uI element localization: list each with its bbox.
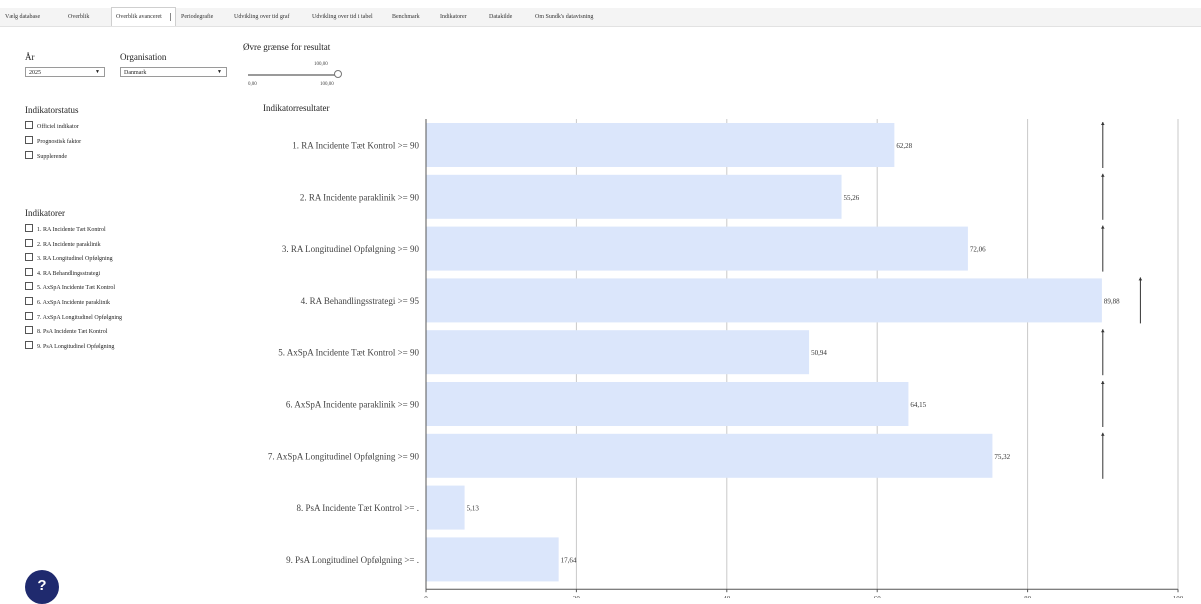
bar-3 [426,226,968,271]
bar-value-label: 50,94 [811,349,827,357]
bar-2 [426,174,842,219]
category-label: 4. RA Behandlingsstrategi >= 95 [301,296,420,306]
target-marker-head [1101,173,1105,177]
bar-value-label: 62,28 [896,142,912,150]
target-marker-head [1101,329,1105,333]
bar-4 [426,278,1102,323]
category-label: 6. AxSpA Incidente paraklinik >= 90 [286,400,420,410]
bar-value-label: 75,32 [994,453,1010,461]
target-marker-head [1101,225,1105,229]
target-marker-head [1101,381,1105,384]
bar-value-label: 17,64 [561,556,577,564]
bar-value-label: 64,15 [910,401,926,409]
bar-9 [426,537,559,582]
bar-value-label: 72,06 [970,246,986,254]
bar-value-label: 5,13 [467,505,480,513]
category-label: 7. AxSpA Longitudinel Opfølgning >= 90 [268,451,420,461]
bar-5 [426,330,810,375]
bar-1 [426,123,895,167]
bar-8 [426,485,465,530]
bar-7 [426,433,993,478]
help-button[interactable]: ? [25,570,59,604]
indicator-results-chart: 62,28 1. RA Incidente Tæt Kontrol >= 90 55… [268,119,1184,598]
category-label: 1. RA Incidente Tæt Kontrol >= 90 [292,141,419,151]
category-label: 5. AxSpA Incidente Tæt Kontrol >= 90 [278,348,419,358]
bar-6 [426,382,909,426]
bar-value-label: 55,26 [844,194,860,202]
target-marker-head [1101,122,1105,125]
category-label: 3. RA Longitudinel Opfølgning >= 90 [282,244,420,254]
category-label: 9. PsA Longitudinel Opfølgning >= . [286,555,419,565]
bar-value-label: 89,88 [1104,297,1120,305]
category-label: 8. PsA Incidente Tæt Kontrol >= . [297,503,419,513]
category-label: 2. RA Incidente paraklinik >= 90 [300,192,420,202]
target-marker-head [1101,432,1105,436]
target-marker-head [1138,277,1143,281]
